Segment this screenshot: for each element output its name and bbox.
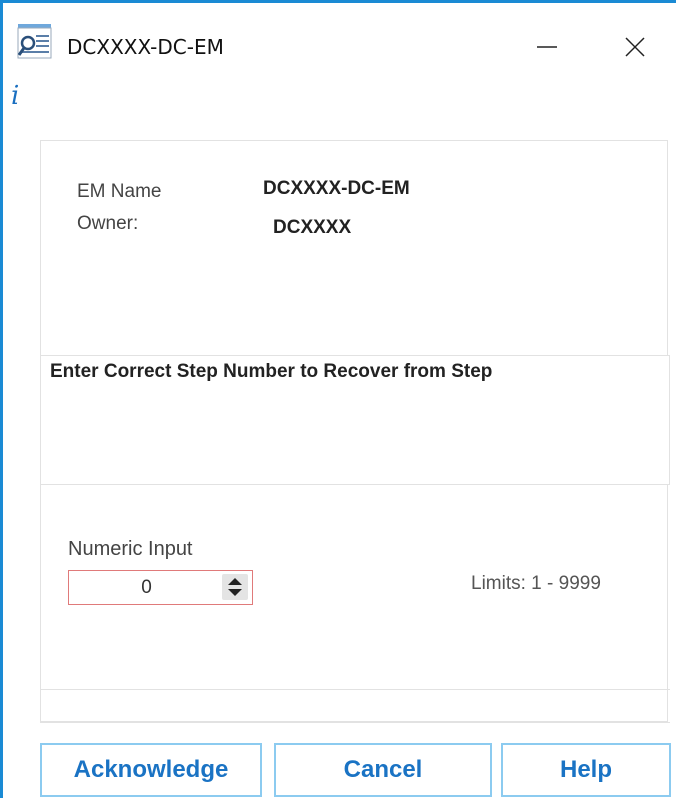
numeric-stepper[interactable]: 0 [68,570,253,605]
info-icon[interactable]: i [11,81,19,111]
numeric-input-label: Numeric Input [68,538,193,560]
message-text: Enter Correct Step Number to Recover fro… [50,361,493,382]
minimize-icon [537,46,557,48]
close-button[interactable] [610,27,660,67]
app-search-icon [16,23,54,61]
divider-strip [40,689,670,723]
minimize-button[interactable] [521,27,571,67]
numeric-value[interactable]: 0 [69,577,224,599]
acknowledge-button[interactable]: Acknowledge [40,743,262,797]
limits-text: Limits: 1 - 9999 [471,573,601,594]
message-box: Enter Correct Step Number to Recover fro… [40,355,670,485]
dialog-window: DCXXXX-DC-EM i EM Name DCXXXX-DC-EM Owne… [0,0,676,798]
spinner-button[interactable] [222,574,248,600]
help-button[interactable]: Help [501,743,671,797]
em-name-value: DCXXXX-DC-EM [263,178,410,199]
em-name-label: EM Name [77,181,162,202]
owner-label: Owner: [77,213,139,234]
cancel-button[interactable]: Cancel [274,743,492,797]
up-down-arrows-icon [228,578,242,596]
owner-value: DCXXXX [273,217,352,238]
close-icon [625,37,645,57]
title-bar: DCXXXX-DC-EM [3,3,676,87]
window-title: DCXXXX-DC-EM [67,35,224,59]
